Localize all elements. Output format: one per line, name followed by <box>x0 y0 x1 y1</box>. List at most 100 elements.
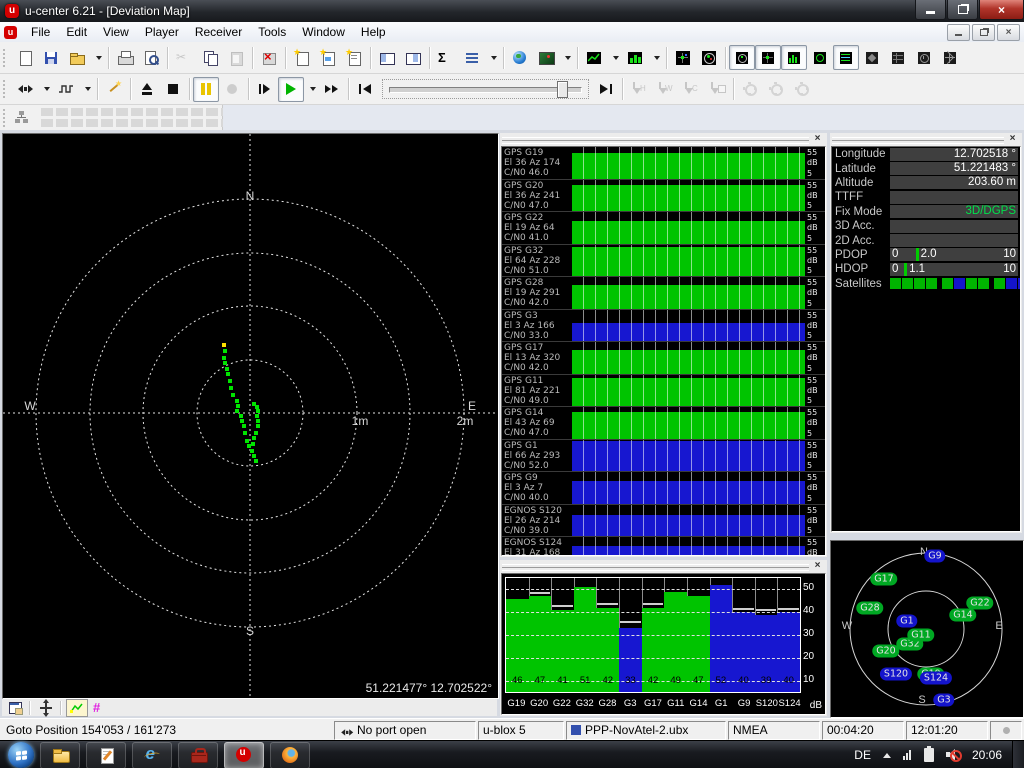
th-button[interactable]: H <box>626 77 652 102</box>
network-icon[interactable] <box>903 750 912 760</box>
taskbar-app-wordpad[interactable] <box>86 742 126 768</box>
menu-edit[interactable]: Edit <box>58 23 95 41</box>
paste-button[interactable] <box>223 45 249 70</box>
menu-help[interactable]: Help <box>353 23 394 41</box>
cut-button[interactable]: ✂ <box>171 45 197 70</box>
skipstart-button[interactable] <box>352 77 378 102</box>
menu-player[interactable]: Player <box>137 23 187 41</box>
dropdown-arrow-button[interactable] <box>79 77 94 102</box>
panel-gripper[interactable] <box>502 562 809 571</box>
pan-button[interactable] <box>35 699 57 717</box>
close-panel-icon[interactable]: × <box>1006 133 1019 145</box>
taskbar-app-ie[interactable]: e <box>132 742 172 768</box>
chartline-button[interactable] <box>581 45 607 70</box>
close-panel-icon[interactable]: × <box>811 133 824 145</box>
sigma-button[interactable]: Σ <box>433 45 459 70</box>
battery-icon[interactable] <box>924 748 934 762</box>
dropdown-arrow-button[interactable] <box>648 45 663 70</box>
slider-track[interactable] <box>389 87 582 93</box>
splith-button[interactable] <box>374 45 400 70</box>
volume-muted-icon[interactable] <box>946 748 960 762</box>
show-desktop-button[interactable] <box>1012 741 1024 768</box>
tcompass-button[interactable] <box>859 45 885 70</box>
new-button[interactable] <box>12 45 38 70</box>
child-window-icon[interactable]: u <box>4 26 17 39</box>
chartbar-button[interactable] <box>622 45 648 70</box>
tc-button[interactable]: C <box>678 77 704 102</box>
dropdown-arrow-button[interactable] <box>607 45 622 70</box>
stop-button[interactable] <box>160 77 186 102</box>
ttext-button[interactable] <box>833 45 859 70</box>
mdi-minimize-button[interactable] <box>947 24 970 41</box>
tray-expand-icon[interactable] <box>883 753 891 758</box>
props-button[interactable] <box>4 699 26 717</box>
message-tree-button[interactable] <box>9 105 35 130</box>
dropdown-arrow-button[interactable] <box>304 77 319 102</box>
map-button[interactable] <box>533 45 559 70</box>
gridmag-button[interactable]: # <box>90 699 112 717</box>
print-button[interactable] <box>112 45 138 70</box>
taskbar-app-ucenter[interactable]: u <box>224 742 264 768</box>
twatch-button[interactable] <box>807 45 833 70</box>
gear-button[interactable] <box>763 77 789 102</box>
tdevmap-button[interactable] <box>755 45 781 70</box>
step-button[interactable] <box>252 77 278 102</box>
io-button[interactable] <box>12 77 38 102</box>
gear-button[interactable] <box>737 77 763 102</box>
wave-button[interactable] <box>53 77 79 102</box>
tbox-button[interactable] <box>704 77 730 102</box>
dbclear-button[interactable]: × <box>256 45 282 70</box>
menu-view[interactable]: View <box>95 23 137 41</box>
docstar1-button[interactable]: ★ <box>289 45 315 70</box>
earth-button[interactable] <box>507 45 533 70</box>
record-button[interactable] <box>219 77 245 102</box>
menu-window[interactable]: Window <box>294 23 353 41</box>
wand-button[interactable]: ★ <box>101 77 127 102</box>
splitv-button[interactable] <box>400 45 426 70</box>
tskyview-button[interactable] <box>729 45 755 70</box>
taskbar-app-explorer[interactable] <box>40 742 80 768</box>
dropdown-arrow-button[interactable] <box>485 45 500 70</box>
dropdown-arrow-button[interactable] <box>559 45 574 70</box>
taskbar-clock[interactable]: 20:06 <box>972 748 1002 762</box>
thist-button[interactable] <box>781 45 807 70</box>
mdi-restore-button[interactable] <box>972 24 995 41</box>
skyviewic-button[interactable] <box>696 45 722 70</box>
eject-button[interactable] <box>134 77 160 102</box>
devmapic-button[interactable] <box>670 45 696 70</box>
dropdown-arrow-button[interactable] <box>38 77 53 102</box>
skipend-button[interactable] <box>593 77 619 102</box>
preview-button[interactable] <box>138 45 164 70</box>
menu-tools[interactable]: Tools <box>250 23 294 41</box>
gear-button[interactable] <box>789 77 815 102</box>
save-button[interactable] <box>38 45 64 70</box>
slider-thumb[interactable] <box>557 81 568 98</box>
close-button[interactable]: × <box>979 0 1024 20</box>
menu-file[interactable]: File <box>23 23 58 41</box>
start-button[interactable] <box>8 742 34 768</box>
pause-button[interactable] <box>193 77 219 102</box>
docstar3-button[interactable]: ★ <box>341 45 367 70</box>
open-button[interactable] <box>64 45 90 70</box>
copy-button[interactable] <box>197 45 223 70</box>
tgrid-button[interactable] <box>885 45 911 70</box>
tw-button[interactable]: W <box>652 77 678 102</box>
play-button[interactable] <box>278 77 304 102</box>
panel-gripper[interactable] <box>832 135 1004 144</box>
docstar2-button[interactable]: ★ <box>315 45 341 70</box>
tclock-button[interactable] <box>911 45 937 70</box>
mdi-close-button[interactable]: × <box>997 24 1020 41</box>
menu-receiver[interactable]: Receiver <box>187 23 250 41</box>
taskbar-app-toolbox[interactable] <box>178 742 218 768</box>
list-button[interactable] <box>459 45 485 70</box>
restore-button[interactable] <box>947 0 978 20</box>
tsnow-button[interactable] <box>937 45 963 70</box>
language-indicator[interactable]: DE <box>854 748 871 762</box>
panel-gripper[interactable] <box>502 135 809 144</box>
taskbar-app-firefox[interactable] <box>270 742 310 768</box>
close-panel-icon[interactable]: × <box>811 560 824 572</box>
playback-slider[interactable] <box>382 79 589 99</box>
track-button[interactable] <box>66 699 88 717</box>
ff-button[interactable] <box>319 77 345 102</box>
dropdown-arrow-button[interactable] <box>90 45 105 70</box>
